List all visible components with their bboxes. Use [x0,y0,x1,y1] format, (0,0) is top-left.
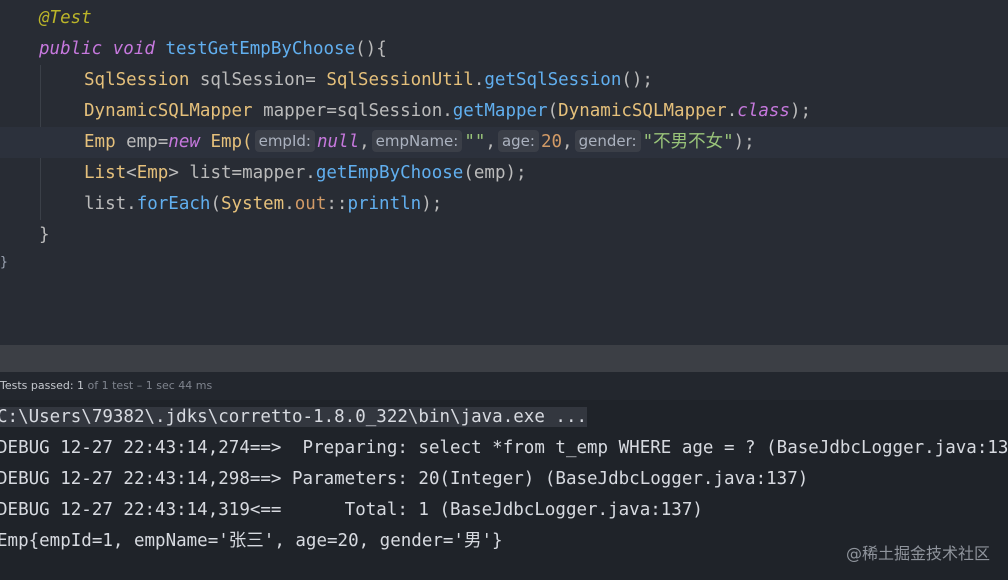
type-token: List [84,163,127,183]
code-token: list=mapper. [178,163,316,183]
code-token: , [485,132,496,152]
code-token: > [168,163,179,183]
code-token: emp= [115,132,169,152]
code-token: ); [421,194,443,214]
code-line-6[interactable]: List<Emp> list=mapper.getEmpByChoose(emp… [0,158,1008,189]
console-log-line: DEBUG 12-27 22:43:14,274==> Preparing: s… [0,438,1008,458]
method-call: getEmpByChoose [315,163,464,183]
code-token: (); [621,70,653,90]
watermark: @稀土掘金技术社区 [845,544,990,563]
console-log-line: DEBUG 12-27 22:43:14,298==> Parameters: … [0,469,809,489]
type-token: DynamicSQLMapper [84,101,253,121]
type-token: System [221,194,285,214]
status-total: of 1 test [84,379,134,392]
command-text: C:\Users\79382\.jdks\corretto-1.8.0_322\… [0,407,588,427]
type-token: SqlSessionUtil [326,70,474,90]
annotation-test: @Test [39,8,92,28]
code-token: list. [84,194,137,214]
run-console[interactable]: C:\Users\79382\.jdks\corretto-1.8.0_322\… [0,400,1008,580]
method-call: getSqlSession [484,70,622,90]
code-token: ( [210,194,221,214]
code-line-5[interactable]: Emp emp=new Emp(empId: null, empName: "", ag… [0,127,1008,158]
code-token: , [359,132,370,152]
code-line-4[interactable]: DynamicSQLMapper mapper=sqlSession.getMa… [0,96,1008,127]
code-token: :: [326,194,348,214]
code-token: ); [789,101,812,121]
status-passed-count: 1 [77,379,85,392]
status-label: Tests passed: [0,379,78,392]
closing-brace: } [0,255,8,270]
code-token: sqlSession= [189,70,327,90]
method-call: getMapper [452,101,548,121]
code-token: . [284,194,295,214]
code-token: . [473,70,485,90]
panel-divider[interactable] [0,345,1008,372]
type-token: Emp [84,132,116,152]
type-token: SqlSession [84,70,190,90]
keyword-public: public [39,39,103,59]
param-hint-empid: empId: [254,130,315,152]
console-log-line: DEBUG 12-27 22:43:14,319<== Total: 1 (Ba… [0,500,703,520]
param-hint-empname: empName: [371,130,463,152]
code-line-1[interactable]: @Test [0,3,1008,34]
keyword-new: new [168,132,200,152]
code-token: , [562,132,573,152]
code-line-7[interactable]: list.forEach(System.out::println); [0,189,1008,220]
param-hint-age: age: [497,130,539,152]
code-token: ); [733,132,755,152]
closing-brace: } [39,225,50,245]
method-call: forEach [136,194,211,214]
console-command-line[interactable]: C:\Users\79382\.jdks\corretto-1.8.0_322\… [0,402,1008,433]
param-hint-gender: gender: [574,130,641,152]
field-token: out [294,194,327,214]
string-literal: "不男不女" [642,132,734,152]
test-status-bar: Tests passed: 1 of 1 test – 1 sec 44 ms [0,372,1008,400]
code-token: < [126,163,137,183]
type-token: Emp [136,163,169,183]
code-line-3[interactable]: SqlSession sqlSession= SqlSessionUtil.ge… [0,65,1008,96]
code-token: (){ [355,39,387,59]
code-token: . [726,101,738,121]
keyword-class: class [737,101,790,121]
status-duration: – 1 sec 44 ms [133,379,213,392]
method-ref: println [347,194,422,214]
type-token: Emp( [199,132,253,152]
keyword-void: void [112,39,155,59]
type-token: DynamicSQLMapper [558,101,727,121]
keyword-null: null [316,132,360,152]
code-editor[interactable]: @Test public void testGetEmpByChoose(){ … [0,0,1008,345]
string-literal: "" [464,132,486,152]
code-line-2[interactable]: public void testGetEmpByChoose(){ [0,34,1008,65]
code-token: ( [547,101,559,121]
code-token: mapper=sqlSession. [252,101,453,121]
code-token: (emp); [463,163,527,183]
code-line-8[interactable]: } [0,220,1008,251]
method-name: testGetEmpByChoose [165,39,356,59]
number-literal: 20 [540,132,563,152]
